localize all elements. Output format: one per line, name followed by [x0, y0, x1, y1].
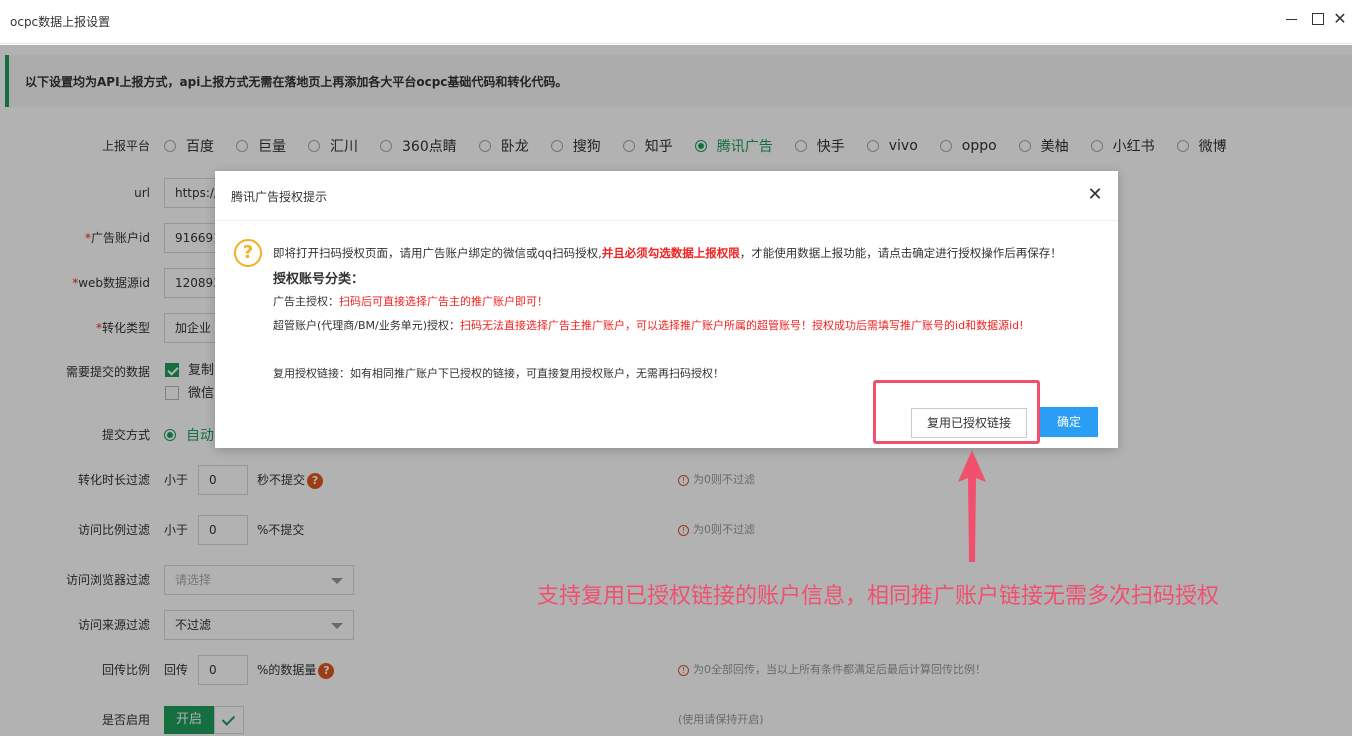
dialog-line-1-c: ，才能使用数据上报功能，请点击确定进行授权操作后再保存！ — [739, 246, 1062, 260]
dialog-line-1: 即将打开扫码授权页面，请用广告账户绑定的微信或qq扫码授权,并且必须勾选数据上报… — [273, 245, 1062, 261]
close-icon[interactable]: ✕ — [1085, 185, 1105, 205]
confirm-button[interactable]: 确定 — [1040, 407, 1098, 437]
dialog-line-2: 广告主授权：扫码后可直接选择广告主的推广账户即可！ — [273, 293, 548, 309]
annotation-caption: 支持复用已授权链接的账户信息，相同推广账户链接无需多次扫码授权 — [537, 584, 1220, 609]
dialog-header: 腾讯广告授权提示 ✕ — [215, 171, 1118, 221]
window-title: ocpc数据上报设置 — [10, 15, 111, 29]
annotation-arrow-icon — [958, 450, 986, 562]
watermark-line-1: 好多粉 — [624, 328, 756, 374]
watermark: 好多粉 hduofen.com — [570, 318, 810, 406]
dialog-title: 腾讯广告授权提示 — [231, 190, 328, 204]
close-window-button[interactable]: ✕ — [1330, 9, 1350, 29]
dialog-line-1-a: 即将打开扫码授权页面，请用广告账户绑定的微信或qq扫码授权, — [273, 246, 602, 260]
question-icon: ? — [234, 239, 262, 267]
dialog-line-2-b: 扫码后可直接选择广告主的推广账户即可！ — [339, 295, 548, 308]
window-titlebar: ocpc数据上报设置 ✕ — [0, 0, 1352, 44]
dialog-line-1-b: 并且必须勾选数据上报权限 — [601, 246, 740, 260]
dialog-line-3-a: 超管账户(代理商/BM/业务单元)授权： — [273, 319, 461, 332]
maximize-button[interactable] — [1307, 9, 1327, 29]
dialog-heading: 授权账号分类： — [273, 272, 365, 287]
dialog-line-2-a: 广告主授权： — [273, 295, 339, 308]
minimize-button[interactable] — [1282, 9, 1302, 29]
annotation-highlight-box — [873, 380, 1040, 444]
watermark-line-2: hduofen.com — [604, 376, 776, 406]
